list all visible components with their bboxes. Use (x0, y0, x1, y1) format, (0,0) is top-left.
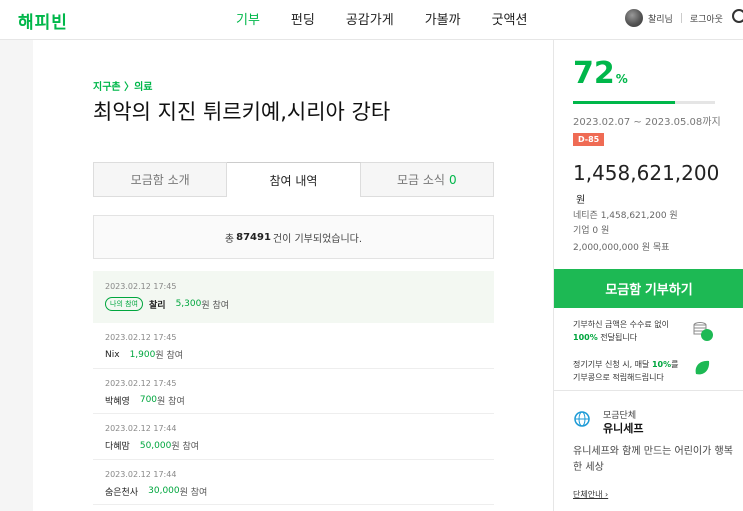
search-icon[interactable] (732, 9, 743, 23)
list-item: 2023.02.12 17:45 나의 참여 찰리 5,300 원 참여 (93, 271, 494, 323)
donor-name: Nix (105, 349, 120, 360)
donation-amount: 50,000 (139, 440, 172, 451)
progress-fill (573, 101, 676, 104)
my-donation-badge: 나의 참여 (105, 297, 143, 311)
nav-item-goodaction[interactable]: 굿액션 (492, 9, 528, 28)
donation-summary: 총 87491 건이 기부되었습니다. (93, 215, 494, 259)
dday-badge: D-85 (573, 133, 605, 146)
nav-item-donate[interactable]: 기부 (236, 9, 260, 28)
fee-info-bold: 100% (573, 333, 598, 342)
tab-count: 0 (448, 172, 457, 187)
funding-sidebar: 72% 2023.02.07 ~ 2023.05.08까지 D-85 1,458… (553, 40, 743, 511)
breadcrumb[interactable]: 지구촌 〉의료 (93, 78, 152, 93)
divider (554, 390, 743, 391)
progress-percent: 72% (573, 56, 628, 91)
donation-amount: 1,900 (129, 349, 156, 360)
nav-item-trip[interactable]: 가볼까 (425, 9, 461, 28)
summary-prefix: 총 (224, 233, 235, 245)
tab-news[interactable]: 모금 소식 0 (360, 162, 494, 197)
list-item: 2023.02.12 17:45 박혜영 700 원 참여 (93, 369, 494, 414)
donation-suffix: 원 참여 (155, 351, 184, 361)
org-name[interactable]: 유니세프 (603, 420, 643, 436)
donation-suffix: 원 참여 (179, 487, 208, 498)
total-amount: 1,458,621,200 (573, 161, 720, 185)
donation-date: 2023.02.12 17:45 (105, 333, 177, 342)
user-name[interactable]: 찰리님 (648, 12, 673, 25)
regular-info-bold: 10% (651, 360, 672, 369)
donation-suffix: 원 참여 (201, 300, 230, 311)
donation-date: 2023.02.12 17:45 (105, 378, 177, 388)
percent-value: 72 (573, 56, 615, 91)
org-description: 유니세프와 함께 만드는 어린이가 행복한 세상 (573, 446, 733, 473)
list-item: 2023.02.12 17:44 다혜맘 50,000 원 참여 (93, 414, 494, 460)
org-info-link[interactable]: 단체안내 › (573, 489, 608, 500)
regular-info-part1: 정기기부 신청 시, 매달 (573, 360, 652, 369)
donation-date: 2023.02.12 17:45 (105, 282, 177, 291)
summary-suffix: 건이 기부되었습니다. (272, 233, 363, 245)
tab-label: 모금함 소개 (130, 173, 190, 187)
campaign-content: 지구촌 〉의료 최악의 지진 튀르키예,시리아 강타 모금함 소개 참여 내역 … (33, 40, 553, 511)
fee-info-line1: 기부하신 금액은 수수료 없이 (573, 320, 669, 329)
company-amount: 기업 0 원 (573, 226, 610, 236)
page-title: 최악의 지진 튀르키예,시리아 강타 (93, 100, 391, 124)
donation-amount: 30,000 (148, 486, 180, 496)
divider (680, 13, 682, 23)
regular-donation-info: 정기기부 신청 시, 매달 10%를 기부콩으로 적립해드립니다 (573, 358, 679, 384)
tab-history[interactable]: 참여 내역 (227, 162, 361, 197)
top-bar: 해피빈 기부 펀딩 공감가게 가볼까 굿액션 찰리님 로그아웃 (0, 0, 743, 40)
tab-bar: 모금함 소개 참여 내역 모금 소식 0 (93, 162, 494, 197)
fee-info-line2: 전달됩니다 (597, 333, 638, 342)
nav-item-funding[interactable]: 펀딩 (291, 9, 315, 28)
logout-link[interactable]: 로그아웃 (690, 12, 723, 25)
summary-count: 87491 (236, 231, 271, 243)
netizen-amount: 네티즌 1,458,621,200 원 (573, 211, 678, 221)
nav-item-store[interactable]: 공감가게 (346, 9, 394, 28)
donation-list: 2023.02.12 17:45 나의 참여 찰리 5,300 원 참여 202… (93, 271, 494, 505)
donor-name: 박혜영 (105, 396, 130, 407)
list-item: 2023.02.12 17:45 Nix 1,900 원 참여 (93, 323, 494, 369)
donor-name: 숨은천사 (105, 487, 139, 498)
tab-intro[interactable]: 모금함 소개 (93, 162, 228, 197)
donate-button[interactable]: 모금함 기부하기 (554, 269, 743, 308)
main-nav: 기부 펀딩 공감가게 가볼까 굿액션 (236, 9, 558, 28)
donor-name: 찰리 (149, 300, 166, 311)
donation-amount: 5,300 (175, 299, 202, 309)
donation-suffix: 원 참여 (171, 442, 200, 452)
goal-amount: 2,000,000,000 원 목표 (573, 243, 670, 253)
currency-label: 원 (576, 195, 586, 206)
avatar[interactable] (625, 9, 643, 27)
bean-icon (695, 360, 710, 375)
donation-suffix: 원 참여 (157, 396, 185, 407)
unicef-logo-icon[interactable] (573, 409, 591, 429)
tab-label: 모금 소식 (397, 173, 445, 187)
list-item: 2023.02.12 17:44 숨은천사 30,000 원 참여 (93, 460, 494, 505)
percent-unit: % (615, 72, 628, 86)
fee-info: 기부하신 금액은 수수료 없이 100% 전달됩니다 (573, 318, 669, 344)
progress-bar (573, 101, 715, 104)
donor-name: 다혜맘 (105, 442, 130, 452)
tab-label: 참여 내역 (269, 173, 318, 188)
regular-info-part2: 를 (671, 360, 679, 369)
regular-info-line2: 기부콩으로 적립해드립니다 (573, 373, 664, 382)
donation-date: 2023.02.12 17:44 (105, 424, 177, 433)
donation-date: 2023.02.12 17:44 (105, 469, 177, 479)
user-area: 찰리님 로그아웃 (625, 9, 723, 27)
donation-amount: 700 (139, 395, 158, 405)
campaign-period: 2023.02.07 ~ 2023.05.08까지 (573, 117, 721, 128)
coins-icon (693, 322, 713, 341)
logo[interactable]: 해피빈 (18, 8, 68, 33)
